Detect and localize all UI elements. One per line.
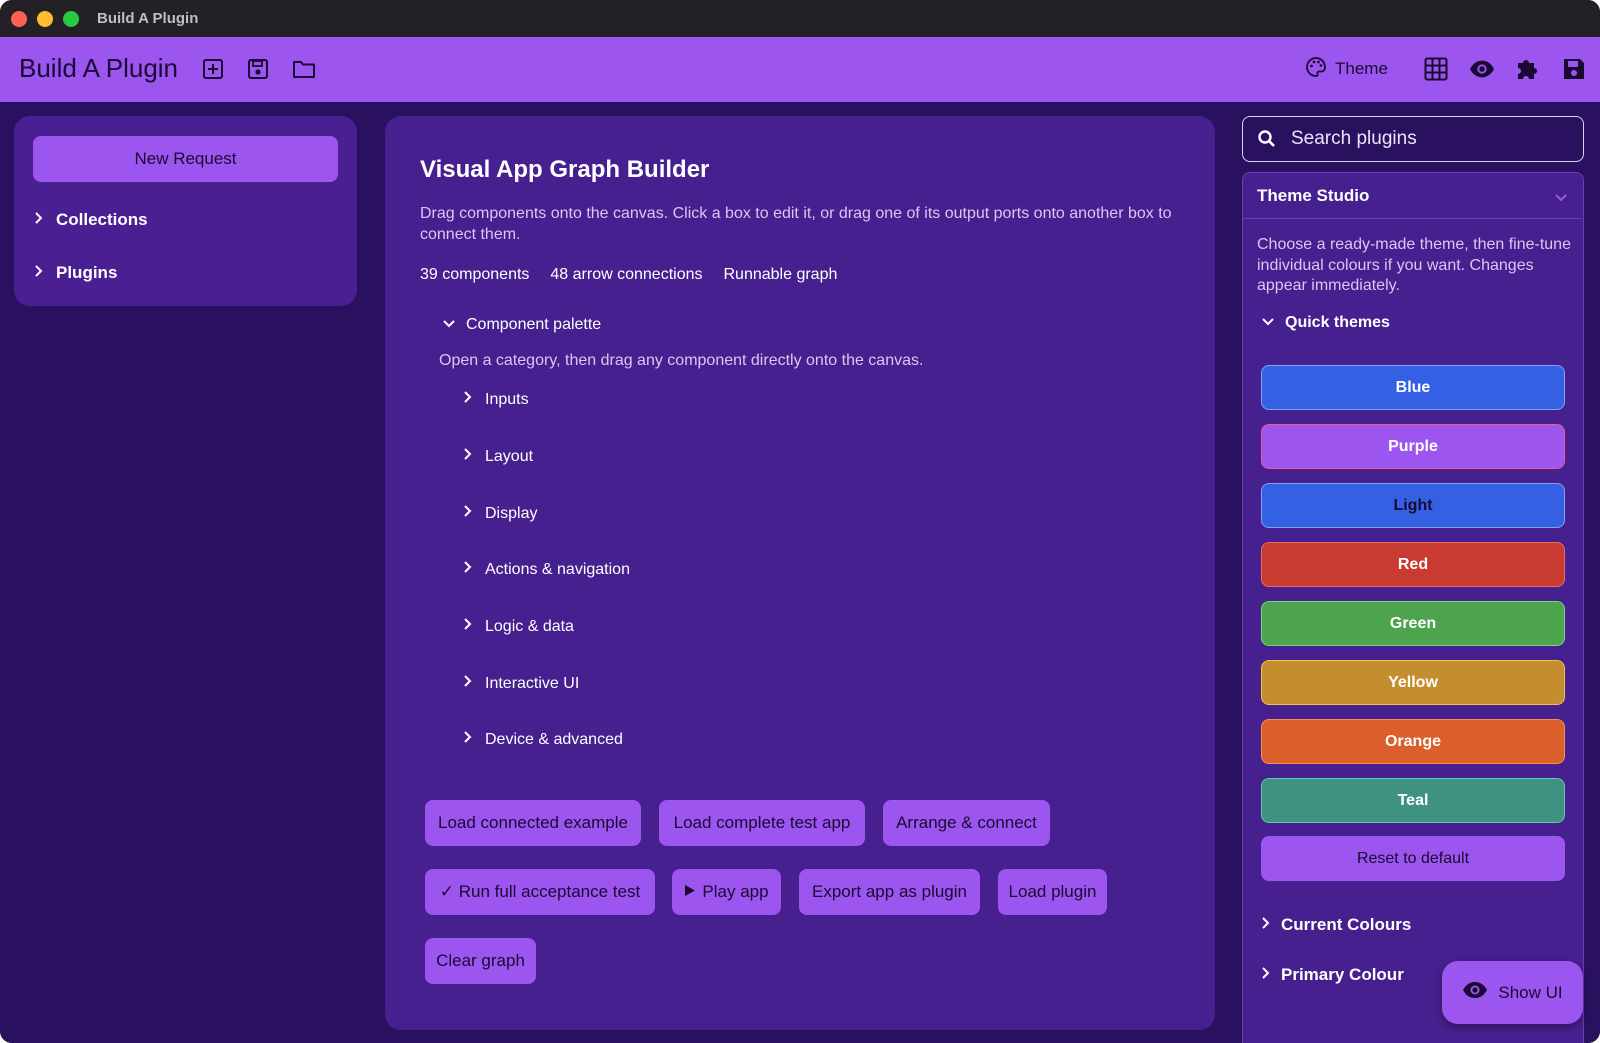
category-display[interactable]: Display <box>463 504 537 523</box>
minimize-window-button[interactable] <box>37 11 53 27</box>
theme-studio-panel: Theme Studio Choose a ready-made theme, … <box>1242 172 1584 1043</box>
theme-red-button[interactable]: Red <box>1261 542 1565 587</box>
category-label: Inputs <box>485 390 529 408</box>
chevron-right-icon <box>463 617 473 636</box>
theme-orange-button[interactable]: Orange <box>1261 719 1565 764</box>
grid-icon[interactable] <box>1423 56 1449 82</box>
chevron-right-icon <box>34 263 44 283</box>
sidebar-item-collections[interactable]: Collections <box>34 210 148 230</box>
title-bar: Build A Plugin <box>0 0 1600 37</box>
chevron-right-icon <box>463 674 473 693</box>
show-ui-button[interactable]: Show UI <box>1442 961 1583 1024</box>
primary-colour-toggle[interactable]: Primary Colour <box>1261 965 1404 985</box>
chevron-right-icon <box>463 447 473 466</box>
play-icon <box>684 882 696 902</box>
puzzle-icon[interactable] <box>1515 56 1541 82</box>
search-input[interactable] <box>1291 127 1571 151</box>
save-file-icon[interactable] <box>245 56 271 82</box>
load-connected-example-button[interactable]: Load connected example <box>425 800 641 846</box>
page-description: Drag components onto the canvas. Click a… <box>420 205 1172 243</box>
chevron-down-icon <box>442 316 456 334</box>
load-plugin-button[interactable]: Load plugin <box>998 869 1107 915</box>
app-bar: Build A Plugin Theme <box>0 37 1600 102</box>
sidebar: New Request Collections Plugins <box>14 116 357 306</box>
save-icon[interactable] <box>1561 56 1587 82</box>
chevron-right-icon <box>463 730 473 749</box>
quick-themes-label: Quick themes <box>1285 314 1390 331</box>
theme-studio-header[interactable]: Theme Studio <box>1243 173 1582 219</box>
eye-icon <box>1462 981 1488 1004</box>
category-label: Display <box>485 504 538 522</box>
graph-builder-panel: Visual App Graph Builder Drag components… <box>385 116 1215 1030</box>
chevron-right-icon <box>463 504 473 523</box>
eye-icon[interactable] <box>1469 56 1495 82</box>
clear-graph-button[interactable]: Clear graph <box>425 938 536 984</box>
category-inputs[interactable]: Inputs <box>463 390 529 409</box>
plugin-search <box>1242 116 1584 162</box>
theme-green-button[interactable]: Green <box>1261 601 1565 646</box>
component-palette-label: Component palette <box>466 316 602 333</box>
sidebar-item-label: Plugins <box>56 263 118 282</box>
current-colours-toggle[interactable]: Current Colours <box>1261 915 1411 935</box>
reset-default-button[interactable]: Reset to default <box>1261 836 1565 881</box>
category-label: Actions & navigation <box>485 560 630 578</box>
app-window: Build A Plugin Build A Plugin Theme New … <box>0 0 1600 1043</box>
graph-status: Runnable graph <box>723 266 838 283</box>
arrange-connect-button[interactable]: Arrange & connect <box>883 800 1050 846</box>
theme-teal-button[interactable]: Teal <box>1261 778 1565 823</box>
content-area: New Request Collections Plugins Visual A… <box>0 102 1600 1043</box>
play-app-label: Play app <box>702 882 769 901</box>
load-complete-test-app-button[interactable]: Load complete test app <box>659 800 865 846</box>
close-window-button[interactable] <box>11 11 27 27</box>
category-layout[interactable]: Layout <box>463 447 533 466</box>
category-label: Interactive UI <box>485 674 580 692</box>
run-acceptance-test-button[interactable]: ✓ Run full acceptance test <box>425 869 655 915</box>
category-logic-data[interactable]: Logic & data <box>463 617 574 636</box>
chevron-right-icon <box>1261 915 1271 935</box>
chevron-right-icon <box>463 390 473 409</box>
theme-purple-button[interactable]: Purple <box>1261 424 1565 469</box>
category-device-advanced[interactable]: Device & advanced <box>463 730 623 749</box>
theme-button[interactable]: Theme <box>1305 53 1388 85</box>
add-box-icon[interactable] <box>200 56 226 82</box>
theme-light-button[interactable]: Light <box>1261 483 1565 528</box>
export-plugin-button[interactable]: Export app as plugin <box>799 869 980 915</box>
new-request-button[interactable]: New Request <box>33 136 338 182</box>
folder-icon[interactable] <box>291 56 317 82</box>
page-title: Visual App Graph Builder <box>420 156 710 183</box>
app-title: Build A Plugin <box>19 53 179 83</box>
sidebar-item-label: Collections <box>56 210 148 229</box>
component-palette-description: Open a category, then drag any component… <box>439 352 924 369</box>
theme-button-label: Theme <box>1335 59 1388 78</box>
chevron-right-icon <box>463 560 473 579</box>
component-palette-toggle[interactable]: Component palette <box>442 316 601 334</box>
category-actions-navigation[interactable]: Actions & navigation <box>463 560 630 579</box>
chevron-right-icon <box>1261 965 1271 985</box>
chevron-right-icon <box>34 210 44 230</box>
theme-studio-description: Choose a ready-made theme, then fine-tun… <box>1257 236 1571 294</box>
theme-blue-button[interactable]: Blue <box>1261 365 1565 410</box>
category-label: Device & advanced <box>485 730 623 748</box>
current-colours-label: Current Colours <box>1281 915 1412 934</box>
palette-icon <box>1305 56 1327 83</box>
play-app-button[interactable]: Play app <box>672 869 781 915</box>
primary-colour-label: Primary Colour <box>1281 965 1404 984</box>
category-label: Logic & data <box>485 617 574 635</box>
show-ui-label: Show UI <box>1498 982 1563 1002</box>
search-icon <box>1257 129 1277 154</box>
component-count: 39 components <box>420 266 530 283</box>
graph-stats: 39 components 48 arrow connections Runna… <box>420 266 837 284</box>
theme-studio-title: Theme Studio <box>1257 186 1370 205</box>
category-interactive-ui[interactable]: Interactive UI <box>463 674 579 693</box>
chevron-down-icon <box>1554 190 1568 208</box>
chevron-down-icon <box>1261 314 1275 332</box>
connection-count: 48 arrow connections <box>550 266 703 283</box>
window-title: Build A Plugin <box>97 10 199 27</box>
zoom-window-button[interactable] <box>63 11 79 27</box>
sidebar-item-plugins[interactable]: Plugins <box>34 263 117 283</box>
category-label: Layout <box>485 447 534 465</box>
quick-themes-toggle[interactable]: Quick themes <box>1261 314 1390 332</box>
theme-yellow-button[interactable]: Yellow <box>1261 660 1565 705</box>
